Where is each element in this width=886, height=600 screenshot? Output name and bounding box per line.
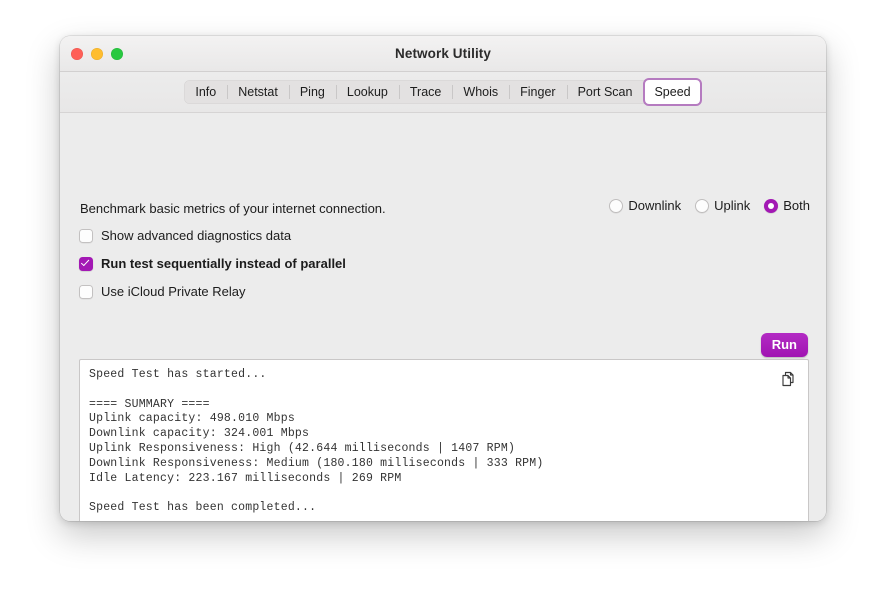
tab-finger[interactable]: Finger (509, 80, 566, 104)
maximize-window-button[interactable] (111, 47, 123, 60)
desktop-background: Network Utility Info Netstat Ping Lookup… (0, 0, 886, 600)
radio-option-downlink[interactable]: Downlink (609, 198, 681, 213)
close-window-button[interactable] (71, 47, 83, 60)
tab-whois[interactable]: Whois (452, 80, 509, 104)
tab-info[interactable]: Info (184, 80, 227, 104)
speed-test-log-output: Speed Test has started... ==== SUMMARY =… (89, 368, 544, 515)
checkbox-use-icloud-private-relay-label: Use iCloud Private Relay (101, 284, 246, 299)
radio-uplink-label: Uplink (714, 198, 751, 213)
radio-uplink-indicator (695, 198, 710, 213)
checkbox-run-sequentially[interactable]: Run test sequentially instead of paralle… (79, 256, 346, 271)
direction-mode-radio-group: Downlink Uplink Both (609, 198, 810, 213)
tab-lookup[interactable]: Lookup (335, 80, 399, 104)
window-titlebar[interactable]: Network Utility (60, 36, 826, 72)
tab-ping[interactable]: Ping (288, 80, 336, 104)
checkbox-use-icloud-private-relay[interactable]: Use iCloud Private Relay (79, 284, 346, 299)
radio-option-both[interactable]: Both (764, 198, 810, 213)
checkbox-show-advanced-diagnostics-label: Show advanced diagnostics data (101, 228, 292, 243)
minimize-window-button[interactable] (91, 47, 103, 60)
checkbox-show-advanced-diagnostics[interactable]: Show advanced diagnostics data (79, 228, 346, 243)
tab-speed[interactable]: Speed (643, 78, 702, 106)
tab-segmented-control: Info Netstat Ping Lookup Trace Whois Fin… (184, 78, 702, 106)
tab-port-scan[interactable]: Port Scan (566, 80, 644, 104)
traffic-light-buttons (71, 36, 123, 71)
radio-downlink-label: Downlink (628, 198, 682, 213)
copy-icon[interactable] (779, 370, 797, 388)
checkbox-show-advanced-diagnostics-box (79, 228, 93, 243)
tab-trace[interactable]: Trace (398, 80, 453, 104)
radio-both-label: Both (783, 198, 810, 213)
checkbox-run-sequentially-label: Run test sequentially instead of paralle… (101, 256, 346, 271)
network-utility-window: Network Utility Info Netstat Ping Lookup… (60, 36, 826, 521)
run-button[interactable]: Run (760, 333, 808, 357)
speed-test-log-panel[interactable]: Speed Test has started... ==== SUMMARY =… (79, 359, 809, 521)
window-title: Network Utility (394, 46, 491, 61)
radio-downlink-indicator (609, 198, 624, 213)
radio-both-indicator (764, 198, 779, 213)
speed-tab-panel: Benchmark basic metrics of your internet… (60, 113, 826, 521)
tab-netstat[interactable]: Netstat (227, 80, 289, 104)
panel-description: Benchmark basic metrics of your internet… (80, 201, 386, 216)
toolbar: Info Netstat Ping Lookup Trace Whois Fin… (60, 72, 826, 113)
checkbox-run-sequentially-box (79, 256, 93, 271)
checkbox-use-icloud-private-relay-box (79, 284, 93, 299)
radio-option-uplink[interactable]: Uplink (695, 198, 750, 213)
options-checkbox-list: Show advanced diagnostics data Run test … (79, 228, 346, 299)
